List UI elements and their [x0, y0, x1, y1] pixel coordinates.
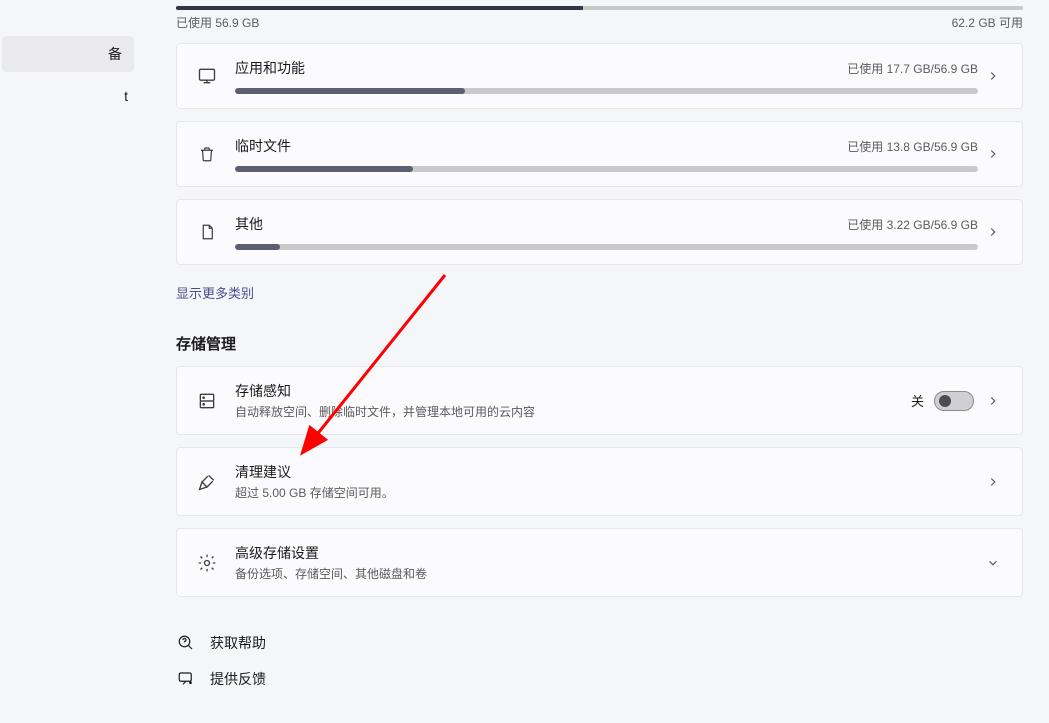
row-title: 清理建议 — [235, 462, 978, 482]
feedback-icon — [176, 670, 196, 688]
category-title: 临时文件 — [235, 136, 291, 156]
chevron-right-icon — [978, 394, 1008, 408]
show-more-link[interactable]: 显示更多类别 — [176, 283, 254, 302]
category-bar — [235, 166, 978, 172]
sidebar-item-label: t — [124, 88, 128, 104]
help-link[interactable]: 获取帮助 — [176, 633, 1023, 653]
sidebar-item-1[interactable]: t — [0, 78, 140, 114]
row-title: 高级存储设置 — [235, 543, 978, 563]
document-icon — [193, 223, 221, 241]
feedback-label: 提供反馈 — [210, 669, 266, 689]
row-title: 存储感知 — [235, 381, 911, 401]
category-other[interactable]: 其他 已使用 3.22 GB/56.9 GB — [176, 199, 1023, 265]
category-usage: 已使用 17.7 GB/56.9 GB — [847, 60, 978, 77]
section-title-storage-mgmt: 存储管理 — [176, 333, 1023, 354]
cleanup-row[interactable]: 清理建议 超过 5.00 GB 存储空间可用。 — [176, 447, 1023, 516]
category-temp[interactable]: 临时文件 已使用 13.8 GB/56.9 GB — [176, 121, 1023, 187]
chevron-right-icon — [978, 475, 1008, 489]
row-subtitle: 超过 5.00 GB 存储空间可用。 — [235, 484, 978, 501]
chevron-down-icon — [978, 556, 1008, 570]
category-usage: 已使用 13.8 GB/56.9 GB — [847, 138, 978, 155]
chevron-right-icon — [978, 225, 1008, 239]
overall-usage: 已使用 56.9 GB 62.2 GB 可用 — [176, 6, 1023, 31]
storage-sense-toggle[interactable] — [934, 391, 974, 411]
category-apps[interactable]: 应用和功能 已使用 17.7 GB/56.9 GB — [176, 43, 1023, 109]
sidebar-item-0[interactable]: 备 — [2, 36, 134, 72]
overall-progress — [176, 6, 1023, 10]
row-subtitle: 备份选项、存储空间、其他磁盘和卷 — [235, 565, 978, 582]
category-title: 其他 — [235, 214, 263, 234]
toggle-label: 关 — [911, 391, 924, 410]
trash-icon — [193, 145, 221, 163]
main-content: 已使用 56.9 GB 62.2 GB 可用 应用和功能 已使用 17.7 GB… — [140, 0, 1049, 723]
category-bar — [235, 244, 978, 250]
broom-icon — [193, 472, 221, 492]
gear-icon — [193, 553, 221, 573]
category-title: 应用和功能 — [235, 58, 305, 78]
row-subtitle: 自动释放空间、删除临时文件，并管理本地可用的云内容 — [235, 403, 911, 420]
category-usage: 已使用 3.22 GB/56.9 GB — [847, 216, 978, 233]
help-icon — [176, 634, 196, 652]
storage-sense-row[interactable]: 存储感知 自动释放空间、删除临时文件，并管理本地可用的云内容 关 — [176, 366, 1023, 435]
free-text: 62.2 GB 可用 — [952, 14, 1023, 31]
help-label: 获取帮助 — [210, 633, 266, 653]
chevron-right-icon — [978, 69, 1008, 83]
sidebar: 备 t — [0, 0, 140, 723]
storage-sense-toggle-wrap: 关 — [911, 391, 974, 411]
category-bar — [235, 88, 978, 94]
sidebar-item-label: 备 — [108, 44, 122, 64]
feedback-link[interactable]: 提供反馈 — [176, 669, 1023, 689]
apps-icon — [193, 66, 221, 86]
chevron-right-icon — [978, 147, 1008, 161]
advanced-row[interactable]: 高级存储设置 备份选项、存储空间、其他磁盘和卷 — [176, 528, 1023, 597]
used-text: 已使用 56.9 GB — [176, 14, 259, 31]
drive-icon — [193, 391, 221, 411]
